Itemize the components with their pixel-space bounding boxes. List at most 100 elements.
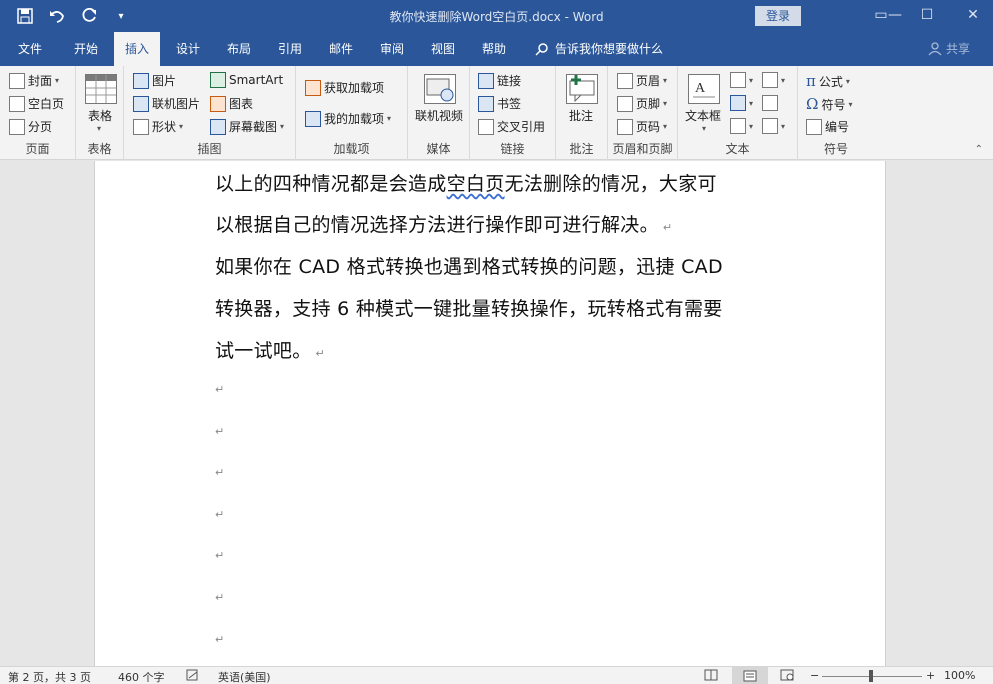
empty-paragraph-mark[interactable]: ↵ bbox=[215, 633, 224, 646]
empty-paragraph-mark[interactable]: ↵ bbox=[215, 466, 224, 479]
spelling-squiggle[interactable]: 空白页 bbox=[447, 173, 505, 195]
wordart-icon bbox=[730, 95, 746, 111]
shapes-button[interactable]: 形状 ▾ bbox=[133, 118, 183, 135]
table-button[interactable]: 表格 bbox=[88, 107, 112, 124]
document-page[interactable]: 以上的四种情况都是会造成空白页无法删除的情况，大家可 以根据自己的情况选择方法进… bbox=[94, 161, 886, 666]
blank-page-button[interactable]: 空白页 bbox=[9, 95, 64, 112]
tab-references[interactable]: 引用 bbox=[266, 32, 314, 66]
equation-button[interactable]: π 公式 ▾ bbox=[806, 72, 850, 90]
object-button[interactable]: ▾ bbox=[762, 118, 785, 134]
cross-reference-icon bbox=[478, 118, 494, 135]
group-header-footer: 页眉 ▾ 页脚 ▾ 页码 ▾ 页眉和页脚 bbox=[608, 66, 678, 160]
word-count[interactable]: 460 个字 bbox=[118, 669, 165, 684]
page-count[interactable]: 第 2 页，共 3 页 bbox=[8, 669, 91, 684]
document-area[interactable]: 以上的四种情况都是会造成空白页无法删除的情况，大家可 以根据自己的情况选择方法进… bbox=[0, 161, 993, 666]
chart-icon bbox=[210, 95, 226, 112]
wordart-button[interactable]: ▾ bbox=[730, 95, 753, 111]
group-comments: 批注 批注 bbox=[556, 66, 608, 160]
language[interactable]: 英语(美国) bbox=[218, 669, 271, 684]
tab-help[interactable]: 帮助 bbox=[470, 32, 518, 66]
blank-page-icon bbox=[9, 95, 25, 112]
empty-paragraph-mark[interactable]: ↵ bbox=[215, 508, 224, 521]
doc-line-4[interactable]: 转换器，支持 6 种模式一键批量转换操作，玩转格式有需要 bbox=[215, 294, 723, 321]
chart-button[interactable]: 图表 bbox=[210, 95, 253, 112]
doc-line-1-b: 无法删除的情况，大家可 bbox=[504, 173, 717, 195]
smartart-button[interactable]: SmartArt bbox=[210, 72, 283, 88]
tab-mailings[interactable]: 邮件 bbox=[317, 32, 365, 66]
collapse-ribbon-icon[interactable]: ⌃ bbox=[975, 144, 983, 155]
web-layout-icon[interactable] bbox=[780, 669, 794, 684]
signature-line-button[interactable]: ▾ bbox=[762, 72, 785, 88]
header-button[interactable]: 页眉 ▾ bbox=[617, 72, 667, 89]
group-label-tables: 表格 bbox=[87, 142, 112, 156]
cross-reference-button[interactable]: 交叉引用 bbox=[478, 118, 545, 135]
tab-insert[interactable]: 插入 bbox=[114, 32, 160, 66]
zoom-slider-thumb[interactable] bbox=[869, 670, 873, 682]
online-pictures-button[interactable]: 联机图片 bbox=[133, 95, 200, 112]
table-icon[interactable] bbox=[85, 74, 117, 104]
doc-line-1[interactable]: 以上的四种情况都是会造成空白页无法删除的情况，大家可 bbox=[215, 169, 717, 196]
tab-design[interactable]: 设计 bbox=[164, 32, 212, 66]
text-box-caret-icon[interactable]: ▾ bbox=[702, 124, 706, 133]
quick-parts-button[interactable]: ▾ bbox=[730, 72, 753, 88]
drop-cap-button[interactable]: ▾ bbox=[730, 118, 753, 134]
pi-icon: π bbox=[806, 72, 816, 90]
proofing-icon[interactable] bbox=[186, 669, 200, 684]
read-mode-icon[interactable] bbox=[704, 669, 718, 684]
share-label: 共享 bbox=[946, 42, 971, 56]
my-addins-icon bbox=[305, 110, 321, 127]
doc-line-2[interactable]: 以根据自己的情况选择方法进行操作即可进行解决。 ↵ bbox=[215, 210, 672, 237]
ribbon-tabs: 文件 开始 插入 设计 布局 引用 邮件 审阅 视图 帮助 告诉我你想要做什么 … bbox=[0, 32, 993, 66]
tab-file[interactable]: 文件 bbox=[6, 32, 54, 66]
page-number-button[interactable]: 页码 ▾ bbox=[617, 118, 667, 135]
doc-line-1-a: 以上的四种情况都是会造成 bbox=[215, 173, 447, 195]
picture-icon bbox=[133, 72, 149, 89]
zoom-out-icon[interactable]: − bbox=[810, 669, 819, 682]
empty-paragraph-mark[interactable]: ↵ bbox=[215, 549, 224, 562]
online-video-icon[interactable] bbox=[424, 74, 456, 104]
bookmark-button[interactable]: 书签 bbox=[478, 95, 521, 112]
text-box-icon[interactable]: A bbox=[688, 74, 720, 104]
online-video-button[interactable]: 联机视频 bbox=[415, 107, 463, 124]
close-icon[interactable]: ✕ bbox=[956, 4, 990, 26]
comment-button[interactable]: 批注 bbox=[569, 107, 593, 124]
table-caret-icon[interactable]: ▾ bbox=[97, 124, 101, 133]
screenshot-button[interactable]: 屏幕截图 ▾ bbox=[210, 118, 284, 135]
tab-layout[interactable]: 布局 bbox=[215, 32, 263, 66]
doc-line-5[interactable]: 试一试吧。 ↵ bbox=[215, 336, 325, 363]
zoom-in-icon[interactable]: + bbox=[926, 669, 935, 682]
new-comment-icon[interactable] bbox=[566, 74, 598, 104]
tab-review[interactable]: 审阅 bbox=[368, 32, 416, 66]
footer-button[interactable]: 页脚 ▾ bbox=[617, 95, 667, 112]
link-button[interactable]: 链接 bbox=[478, 72, 521, 89]
screenshot-icon bbox=[210, 118, 226, 135]
ribbon-insert: 封面 ▾ 空白页 分页 页面 表格 ▾ 表格 图片 联机图片 形状 ▾ SmartA… bbox=[0, 66, 993, 160]
title-bar: ▾ 教你快速删除Word空白页.docx - Word 登录 ▭ — ☐ ✕ bbox=[0, 0, 993, 32]
date-time-button[interactable] bbox=[762, 95, 778, 111]
text-box-button[interactable]: 文本框 bbox=[685, 107, 721, 124]
group-label-text: 文本 bbox=[725, 142, 750, 156]
maximize-icon[interactable]: ☐ bbox=[910, 4, 944, 26]
tab-home[interactable]: 开始 bbox=[62, 32, 110, 66]
zoom-level[interactable]: 100% bbox=[944, 669, 975, 682]
page-break-icon bbox=[9, 118, 25, 135]
doc-line-3[interactable]: 如果你在 CAD 格式转换也遇到格式转换的问题，迅捷 CAD bbox=[215, 252, 723, 279]
login-button[interactable]: 登录 bbox=[755, 6, 801, 26]
page-break-button[interactable]: 分页 bbox=[9, 118, 52, 135]
minimize-icon[interactable]: — bbox=[878, 4, 912, 26]
empty-paragraph-mark[interactable]: ↵ bbox=[215, 383, 224, 396]
tell-me-search[interactable]: 告诉我你想要做什么 bbox=[535, 32, 663, 66]
empty-paragraph-mark[interactable]: ↵ bbox=[215, 591, 224, 604]
pictures-button[interactable]: 图片 bbox=[133, 72, 176, 89]
cover-page-icon bbox=[9, 72, 25, 89]
tab-view[interactable]: 视图 bbox=[419, 32, 467, 66]
symbol-button[interactable]: Ω 符号 ▾ bbox=[806, 95, 852, 113]
cover-page-button[interactable]: 封面 ▾ bbox=[9, 72, 59, 89]
my-addins-button[interactable]: 我的加载项 ▾ bbox=[305, 110, 391, 127]
numbering-button[interactable]: 编号 bbox=[806, 118, 849, 135]
share-button[interactable]: 共享 bbox=[928, 32, 970, 66]
empty-paragraph-mark[interactable]: ↵ bbox=[215, 425, 224, 438]
print-layout-icon[interactable] bbox=[732, 667, 768, 684]
group-label-symbols: 符号 bbox=[823, 142, 848, 156]
get-addins-button[interactable]: 获取加载项 bbox=[305, 79, 384, 96]
